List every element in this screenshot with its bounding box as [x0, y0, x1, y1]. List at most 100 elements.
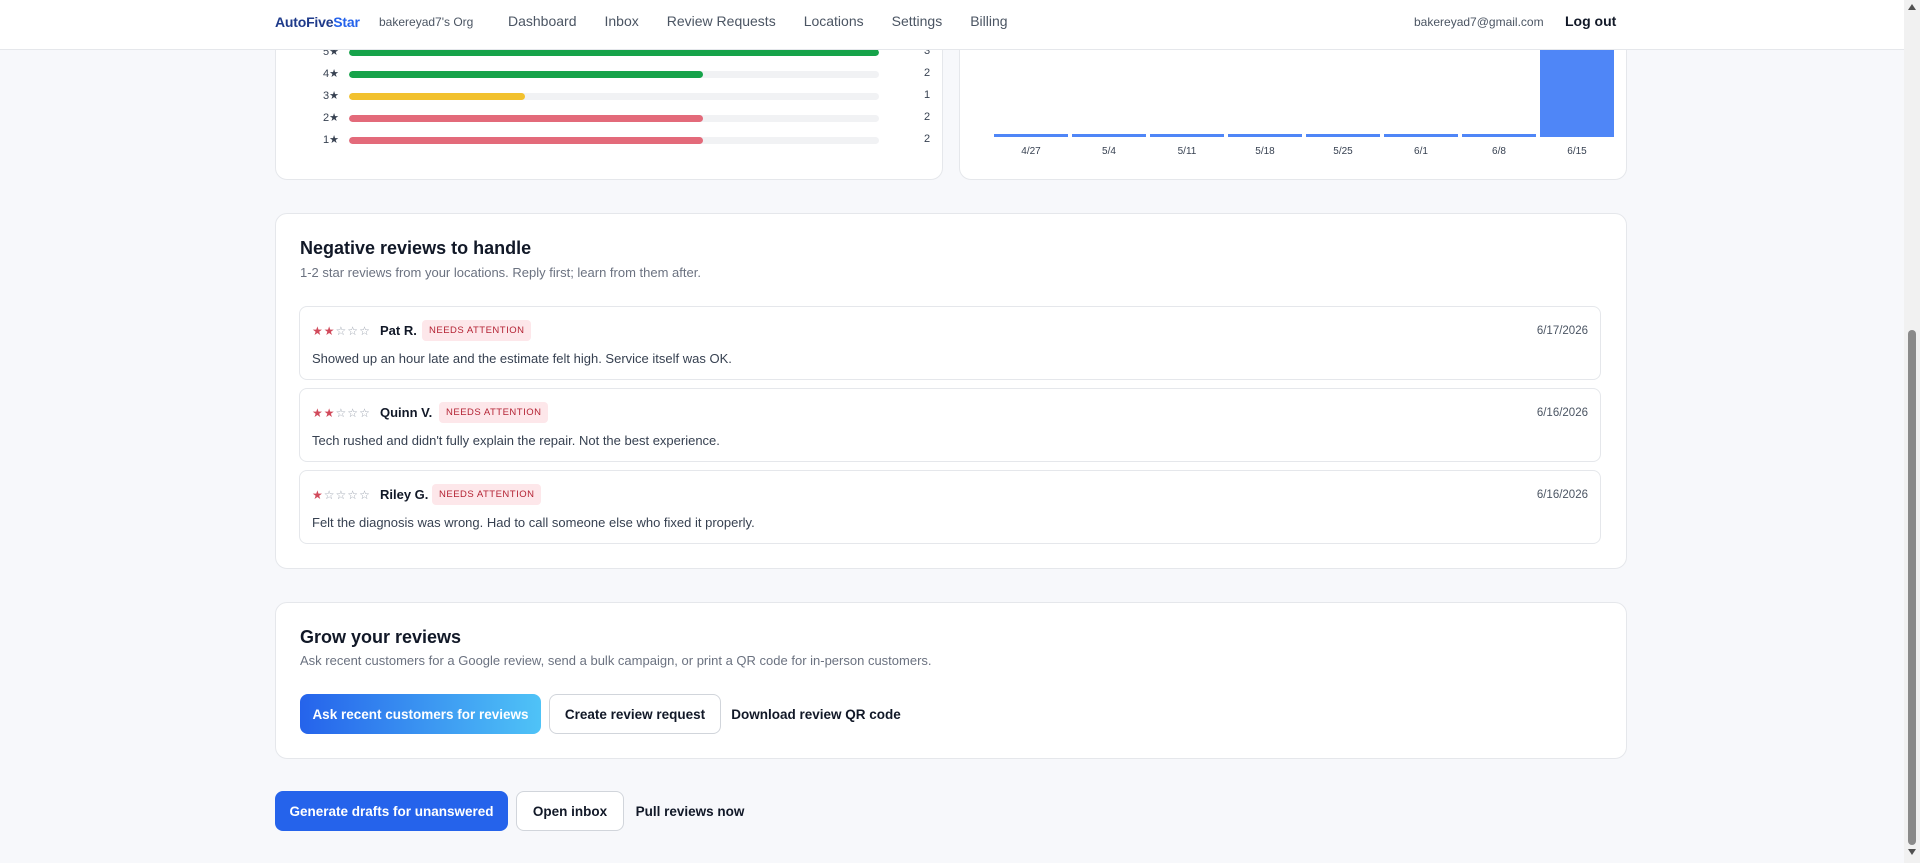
page-scrollbar[interactable]	[1904, 0, 1920, 863]
trend-bar	[1306, 134, 1380, 137]
nav-link-dashboard[interactable]: Dashboard	[508, 13, 577, 29]
pull-reviews-button[interactable]: Pull reviews now	[630, 791, 750, 831]
rating-label: 4★	[323, 68, 339, 80]
review-item[interactable]: ★☆☆☆☆ Riley G. NEEDS ATTENTION 6/16/2026…	[299, 470, 1601, 544]
trend-bar	[1462, 134, 1536, 137]
rating-bar-track	[349, 93, 879, 100]
needs-attention-badge: NEEDS ATTENTION	[432, 484, 542, 505]
rating-bar-track	[349, 71, 879, 78]
grow-reviews-subtitle: Ask recent customers for a Google review…	[300, 653, 932, 668]
trend-tick-label: 5/25	[1333, 146, 1353, 157]
rating-bar-fill	[349, 115, 703, 122]
star-filled-icon: ★	[312, 324, 324, 338]
star-filled-icon: ★	[312, 488, 324, 502]
star-rating: ★★☆☆☆	[312, 324, 371, 338]
review-author: Pat R.	[380, 323, 417, 338]
rating-row: 4★ 2	[323, 67, 930, 81]
needs-attention-badge: NEEDS ATTENTION	[439, 402, 549, 423]
negative-reviews-subtitle: 1-2 star reviews from your locations. Re…	[300, 265, 701, 280]
create-review-request-button[interactable]: Create review request	[549, 694, 721, 734]
trend-tick-label: 6/8	[1492, 146, 1506, 157]
rating-row: 1★ 2	[323, 133, 930, 147]
review-item[interactable]: ★★☆☆☆ Pat R. NEEDS ATTENTION 6/17/2026 S…	[299, 306, 1601, 380]
trend-tick-label: 5/11	[1178, 146, 1197, 157]
star-empty-icon: ☆	[359, 406, 371, 420]
trend-tick-label: 6/15	[1567, 146, 1587, 157]
ask-recent-customers-button[interactable]: Ask recent customers for reviews	[300, 694, 541, 734]
negative-reviews-title: Negative reviews to handle	[300, 238, 532, 258]
star-empty-icon: ☆	[323, 488, 336, 502]
rating-row: 2★ 2	[323, 111, 930, 125]
brand-suffix: Star	[333, 14, 360, 30]
rating-bar-track	[349, 137, 879, 144]
brand-prefix: AutoFive	[275, 14, 334, 30]
star-empty-icon: ☆	[347, 488, 360, 502]
negative-reviews-card: Negative reviews to handle 1-2 star revi…	[275, 213, 1627, 569]
review-author: Quinn V.	[380, 405, 433, 420]
download-qr-code-button[interactable]: Download review QR code	[726, 694, 906, 734]
open-inbox-button[interactable]: Open inbox	[516, 791, 624, 831]
star-rating: ★★☆☆☆	[312, 406, 371, 420]
needs-attention-badge: NEEDS ATTENTION	[422, 320, 532, 341]
trend-tick-label: 5/4	[1102, 146, 1116, 157]
star-empty-icon: ☆	[347, 406, 360, 420]
grow-reviews-title: Grow your reviews	[300, 627, 462, 647]
trend-tick-label: 5/18	[1255, 146, 1275, 157]
review-date: 6/16/2026	[1536, 489, 1588, 501]
rating-row: 3★ 1	[323, 89, 930, 103]
rating-bar-track	[349, 49, 879, 56]
rating-count: 2	[924, 67, 931, 79]
rating-bar-fill	[349, 71, 703, 78]
star-empty-icon: ☆	[347, 324, 360, 338]
rating-bar-fill	[349, 93, 526, 100]
trend-bar	[994, 134, 1068, 137]
rating-label: 1★	[323, 134, 339, 146]
star-empty-icon: ☆	[335, 488, 348, 502]
rating-bar-track	[349, 115, 879, 122]
nav-link-review-requests[interactable]: Review Requests	[667, 13, 776, 29]
rating-count: 2	[924, 133, 931, 145]
top-navigation: AutoFiveStar bakereyad7's Org Dashboard …	[0, 0, 1904, 50]
review-date: 6/17/2026	[1536, 325, 1588, 337]
user-email: bakereyad7@gmail.com	[1414, 15, 1544, 29]
rating-bar-fill	[349, 49, 879, 56]
review-text: Tech rushed and didn't fully explain the…	[312, 433, 720, 448]
trend-tick-label: 6/1	[1414, 146, 1428, 157]
star-empty-icon: ☆	[335, 324, 348, 338]
generate-drafts-button[interactable]: Generate drafts for unanswered	[275, 791, 508, 831]
org-name: bakereyad7's Org	[379, 15, 474, 29]
review-text: Felt the diagnosis was wrong. Had to cal…	[312, 515, 755, 530]
rating-bar-fill	[349, 137, 703, 144]
review-text: Showed up an hour late and the estimate …	[312, 351, 732, 366]
trend-tick-label: 4/27	[1021, 146, 1041, 157]
scroll-down-icon[interactable]	[1908, 849, 1916, 855]
trend-bar	[1150, 134, 1224, 137]
star-filled-icon: ★	[323, 324, 336, 338]
review-author: Riley G.	[380, 487, 429, 502]
star-filled-icon: ★	[323, 406, 336, 420]
nav-link-inbox[interactable]: Inbox	[605, 13, 639, 29]
star-empty-icon: ☆	[359, 324, 371, 338]
trend-bar	[1228, 134, 1302, 137]
logout-button[interactable]: Log out	[1565, 13, 1616, 29]
nav-link-locations[interactable]: Locations	[804, 13, 864, 29]
rating-label: 2★	[323, 112, 339, 124]
rating-count: 1	[924, 89, 931, 101]
nav-link-billing[interactable]: Billing	[970, 13, 1007, 29]
grow-reviews-card: Grow your reviews Ask recent customers f…	[275, 602, 1627, 759]
scroll-up-icon[interactable]	[1908, 4, 1916, 10]
star-empty-icon: ☆	[335, 406, 348, 420]
rating-count: 2	[924, 111, 931, 123]
star-rating: ★☆☆☆☆	[312, 488, 371, 502]
star-filled-icon: ★	[312, 406, 324, 420]
trend-bar	[1072, 134, 1146, 137]
rating-label: 3★	[323, 90, 339, 102]
review-item[interactable]: ★★☆☆☆ Quinn V. NEEDS ATTENTION 6/16/2026…	[299, 388, 1601, 462]
nav-links: Dashboard Inbox Review Requests Location…	[508, 13, 1008, 29]
scrollbar-thumb[interactable]	[1908, 330, 1916, 845]
brand-logo[interactable]: AutoFiveStar	[275, 14, 360, 30]
trend-bar	[1540, 41, 1614, 137]
trend-bar	[1384, 134, 1458, 137]
nav-link-settings[interactable]: Settings	[892, 13, 943, 29]
star-empty-icon: ☆	[359, 488, 371, 502]
